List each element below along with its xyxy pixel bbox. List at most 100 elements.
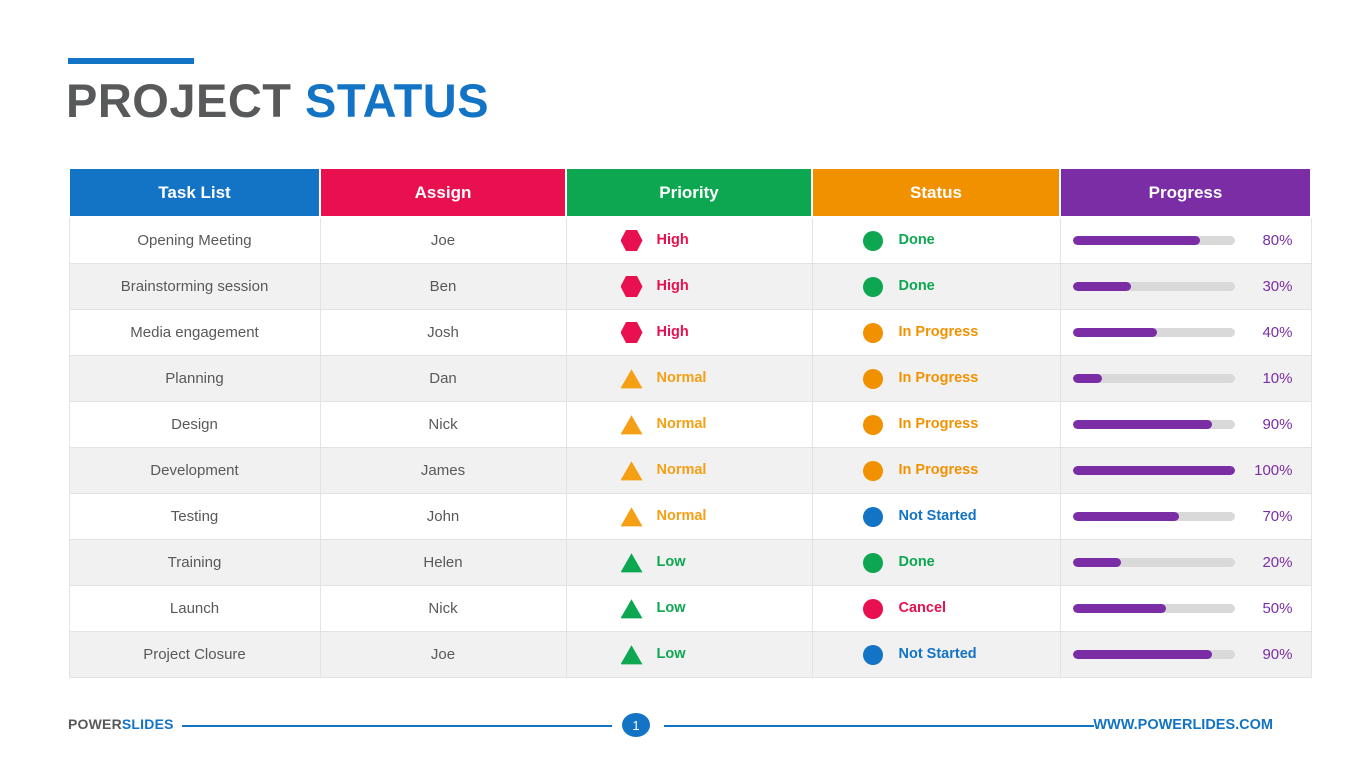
circle-icon [862,552,883,573]
progress-value-label: 30% [1262,278,1293,295]
progress-bar-track [1072,466,1235,475]
cell-assignee: James [319,447,567,494]
brand-logo: POWERSLIDES [68,716,174,732]
progress-bar-fill [1072,512,1180,521]
cell-task-name: Brainstorming session [68,263,321,310]
cell-priority: Normal [565,401,813,448]
page-number-badge: 1 [622,713,650,737]
progress-value-label: 100% [1254,462,1293,479]
progress-indicator: 100% [1061,462,1311,479]
table-row[interactable]: Planning Dan Normal In Progress 10% [68,355,1312,402]
progress-value-label: 50% [1262,600,1293,617]
footer-website-url[interactable]: WWW.POWERLIDES.COM [1093,717,1273,733]
table-row[interactable]: Media engagement Josh High In Progress 40% [68,309,1312,356]
cell-task-name: Planning [68,355,321,402]
title-accent-bar [68,58,194,64]
status-label: Not Started [898,646,977,663]
circle-icon [862,506,883,527]
page-title-main: PROJECT [66,74,306,127]
cell-priority: High [565,309,813,356]
progress-indicator: 90% [1061,646,1311,663]
priority-badge: High [567,321,812,344]
cell-assignee: Joe [319,216,567,264]
priority-label: Normal [656,370,707,387]
table-row[interactable]: Design Nick Normal In Progress 90% [68,401,1312,448]
progress-bar-fill [1072,328,1157,337]
progress-value-label: 20% [1262,554,1293,571]
circle-icon [862,644,883,665]
table-row[interactable]: Opening Meeting Joe High Done 80% [68,216,1312,264]
cell-assignee: Joe [319,631,567,678]
priority-label: Normal [656,462,707,479]
progress-bar-track [1072,328,1235,337]
table-header-row: Task List Assign Priority Status Progres… [68,167,1312,218]
cell-status: In Progress [811,309,1061,356]
table-row[interactable]: Development James Normal In Progress 100% [68,447,1312,494]
cell-priority: Normal [565,493,813,540]
circle-icon [862,414,883,435]
status-badge: Not Started [813,644,1060,665]
column-header-assign[interactable]: Assign [319,167,567,218]
triangle-icon [620,415,643,435]
circle-icon [862,276,883,297]
progress-bar-fill [1072,558,1122,567]
table-row[interactable]: Brainstorming session Ben High Done 30% [68,263,1312,310]
priority-label: High [656,278,689,295]
circle-icon [862,460,883,481]
progress-bar-fill [1072,650,1212,659]
cell-status: Done [811,263,1061,310]
cell-task-name: Design [68,401,321,448]
brand-logo-accent: SLIDES [121,716,174,732]
cell-assignee: Helen [319,539,567,586]
table-row[interactable]: Training Helen Low Done 20% [68,539,1312,586]
table-row[interactable]: Testing John Normal Not Started 70% [68,493,1312,540]
priority-badge: Low [567,598,812,620]
cell-task-name: Development [68,447,321,494]
column-header-priority[interactable]: Priority [565,167,813,218]
column-header-status[interactable]: Status [811,167,1061,218]
progress-indicator: 80% [1061,232,1311,249]
priority-badge: Low [567,644,812,666]
triangle-icon [620,599,643,619]
cell-assignee: Josh [319,309,567,356]
table-row[interactable]: Project Closure Joe Low Not Started 90% [68,631,1312,678]
cell-priority: High [565,263,813,310]
table-header: Task List Assign Priority Status Progres… [68,167,1312,218]
progress-indicator: 40% [1061,324,1311,341]
cell-status: In Progress [811,447,1061,494]
progress-indicator: 30% [1061,278,1311,295]
status-label: In Progress [898,462,979,479]
triangle-icon [620,507,643,527]
circle-icon [862,230,883,251]
status-badge: In Progress [813,414,1060,435]
column-header-progress[interactable]: Progress [1059,167,1312,218]
footer-rule-left [182,725,612,727]
priority-label: Normal [656,508,707,525]
triangle-icon [620,461,643,481]
priority-badge: Normal [567,460,812,482]
progress-bar-track [1072,650,1235,659]
progress-indicator: 90% [1061,416,1311,433]
progress-value-label: 40% [1262,324,1293,341]
cell-assignee: John [319,493,567,540]
status-badge: Not Started [813,506,1060,527]
cell-progress: 90% [1059,401,1312,448]
priority-label: Low [656,600,686,617]
footer-rule-right [664,725,1094,727]
table-row[interactable]: Launch Nick Low Cancel 50% [68,585,1312,632]
cell-status: Not Started [811,493,1061,540]
progress-bar-track [1072,374,1235,383]
priority-badge: High [567,275,812,298]
cell-task-name: Testing [68,493,321,540]
status-badge: In Progress [813,368,1060,389]
cell-progress: 70% [1059,493,1312,540]
priority-label: Normal [656,416,707,433]
progress-bar-track [1072,282,1235,291]
progress-bar-fill [1072,420,1212,429]
cell-task-name: Opening Meeting [68,216,321,264]
progress-indicator: 10% [1061,370,1311,387]
cell-status: In Progress [811,401,1061,448]
column-header-task-list[interactable]: Task List [68,167,321,218]
progress-bar-track [1072,512,1235,521]
status-label: Done [898,278,935,295]
